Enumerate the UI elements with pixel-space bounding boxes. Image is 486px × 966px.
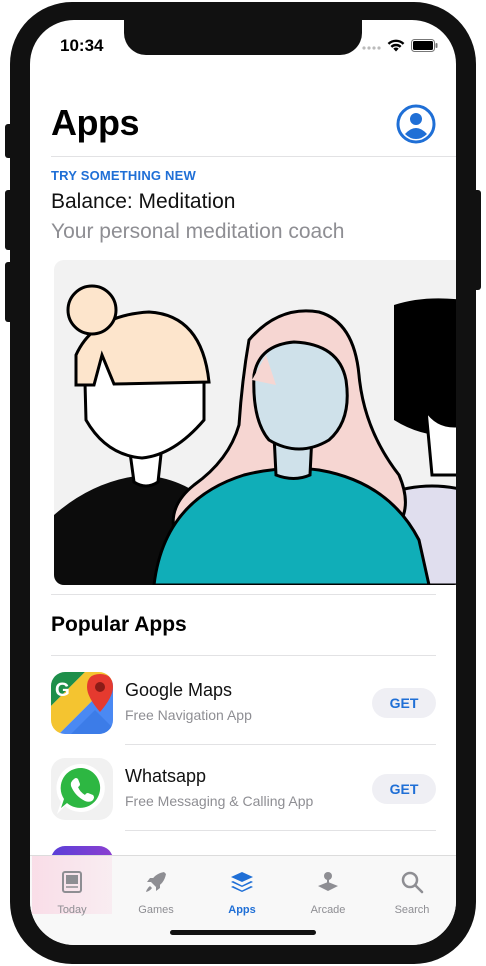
divider — [51, 655, 436, 656]
joystick-icon — [318, 872, 338, 891]
today-icon — [62, 871, 82, 893]
notch — [124, 20, 362, 55]
feature-subtitle: Your personal meditation coach — [51, 220, 345, 243]
divider — [51, 594, 436, 595]
tab-label: Games — [138, 904, 174, 916]
tab-apps[interactable]: Apps — [202, 856, 282, 916]
list-item[interactable]: Whatsapp Free Messaging & Calling App GE… — [51, 758, 436, 828]
person-circle-icon — [396, 104, 436, 144]
screen: 10:34 Apps TRY SOMETHING NEW Balance: Me… — [30, 20, 456, 945]
home-indicator[interactable] — [170, 930, 316, 935]
whatsapp-icon — [51, 758, 113, 820]
account-button[interactable] — [396, 104, 436, 144]
app-name: Whatsapp — [125, 766, 207, 786]
search-icon — [401, 871, 424, 894]
people-illustration — [54, 284, 456, 585]
page-title: Apps — [51, 102, 140, 143]
divider — [51, 156, 456, 157]
app-description: Free Messaging & Calling App — [125, 793, 314, 809]
layers-icon — [231, 872, 253, 892]
tab-today[interactable]: Today — [32, 856, 112, 916]
signal-icon — [362, 45, 381, 50]
feature-illustration[interactable] — [54, 260, 456, 585]
battery-icon — [411, 39, 438, 52]
get-button[interactable]: GET — [372, 688, 436, 718]
svg-text:G: G — [55, 680, 70, 701]
list-item[interactable]: G Google Maps Free Navigation App GET — [51, 672, 436, 742]
tab-label: Apps — [228, 904, 256, 916]
divider — [125, 830, 436, 831]
google-maps-icon: G — [51, 672, 113, 734]
tab-label: Today — [57, 904, 87, 916]
get-button[interactable]: GET — [372, 774, 436, 804]
status-icons — [361, 39, 438, 52]
feature-title[interactable]: Balance: Meditation — [51, 190, 235, 214]
tab-arcade[interactable]: Arcade — [288, 856, 368, 916]
wifi-icon — [387, 39, 405, 52]
app-name: Google Maps — [125, 680, 233, 700]
status-time: 10:34 — [60, 36, 104, 55]
tab-label: Arcade — [310, 904, 346, 916]
tab-search[interactable]: Search — [372, 856, 452, 916]
section-title: Popular Apps — [51, 613, 187, 636]
rocket-icon — [146, 872, 166, 892]
divider — [125, 744, 436, 745]
feature-eyebrow: TRY SOMETHING NEW — [51, 168, 196, 183]
tab-games[interactable]: Games — [116, 856, 196, 916]
app-description: Free Navigation App — [125, 707, 252, 723]
tab-label: Search — [394, 904, 430, 916]
